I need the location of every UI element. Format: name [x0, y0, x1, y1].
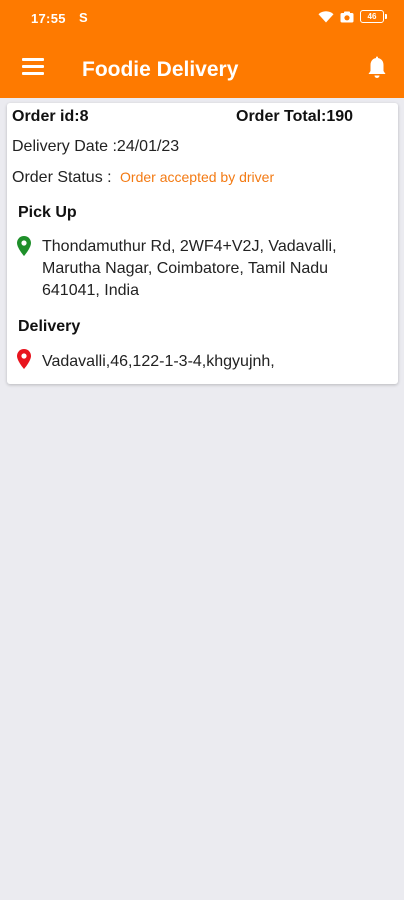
order-card[interactable]: Order id:8 Order Total:190 Delivery Date… [7, 103, 398, 384]
pickup-label: Pick Up [18, 204, 77, 221]
order-status-row: Order Status : Order accepted by driver [12, 169, 274, 187]
status-indicator: S [79, 10, 88, 25]
delivery-date: Delivery Date :24/01/23 [12, 138, 180, 155]
app-bar: 17:55 S 46 Foodie Delivery [0, 0, 404, 98]
order-total: Order Total:190 [236, 108, 354, 125]
order-id: Order id:8 [12, 108, 89, 125]
delivery-address: Vadavalli,46,122-1-3-4,khgyujnh, [42, 353, 275, 370]
delivery-label: Delivery [18, 318, 81, 335]
hamburger-menu-icon[interactable] [22, 58, 44, 76]
camera-icon [340, 11, 354, 22]
wifi-icon [318, 10, 334, 22]
status-time: 17:55 [31, 11, 66, 26]
pickup-location-pin-icon [17, 236, 31, 256]
order-status-label: Order Status : [12, 169, 112, 186]
toolbar: Foodie Delivery [0, 44, 404, 94]
order-status-value: Order accepted by driver [120, 169, 275, 185]
app-title: Foodie Delivery [82, 58, 239, 81]
delivery-location-pin-icon [17, 349, 31, 369]
bell-icon[interactable] [366, 56, 388, 80]
pickup-address: Thondamuthur Rd, 2WF4+V2J, Vadavalli, Ma… [42, 238, 337, 299]
status-icons: 46 [318, 10, 387, 23]
status-bar: 17:55 S 46 [0, 0, 404, 36]
battery-icon: 46 [360, 10, 387, 23]
